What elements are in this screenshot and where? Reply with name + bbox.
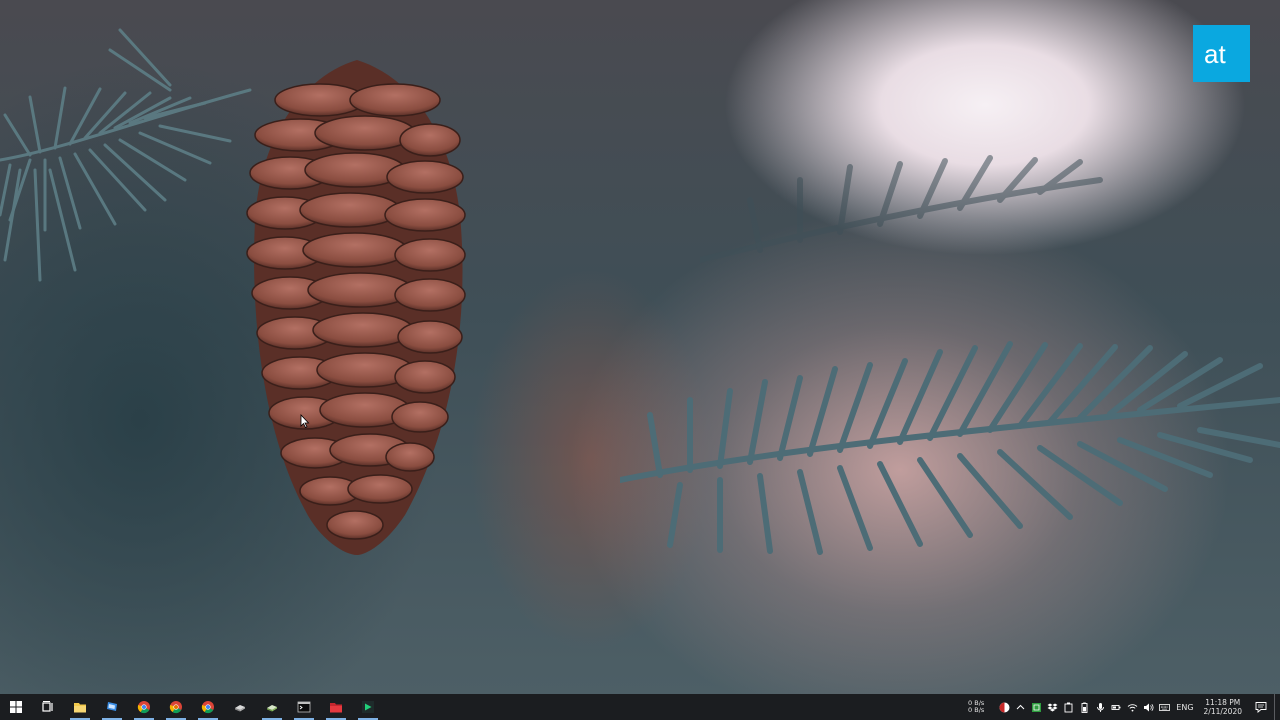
tray-microphone[interactable] [1092, 694, 1108, 720]
taskbar-clock[interactable]: 11:18 PM 2/11/2020 [1204, 698, 1242, 716]
taskbar-green-app[interactable] [352, 694, 384, 720]
windows-start-icon [10, 701, 22, 713]
taskbar-red-app[interactable] [320, 694, 352, 720]
half-moon-icon [999, 702, 1010, 712]
show-desktop-button[interactable] [1274, 694, 1280, 720]
spruce-branch-left [0, 28, 252, 282]
tray-usb[interactable] [1060, 694, 1076, 720]
speaker-icon [1143, 703, 1154, 711]
tray-volume[interactable] [1140, 694, 1156, 720]
taskbar-chrome-3[interactable] [192, 694, 224, 720]
tray-green-app[interactable] [1028, 694, 1044, 720]
chrome-icon [137, 701, 150, 714]
taskbar: 0 B/s 0 B/s ENG 11:18 PM 2/11/2020 [0, 694, 1280, 720]
red-folder-icon [330, 703, 342, 713]
tray-wifi[interactable] [1124, 694, 1140, 720]
site-logo: at [1193, 25, 1250, 82]
monitor-app-icon [107, 702, 117, 711]
power-plug-icon [1111, 704, 1121, 710]
dropbox-icon [1047, 703, 1058, 711]
spruce-branch-right [620, 341, 1280, 555]
clock-date: 2/11/2020 [1203, 707, 1242, 716]
start-button[interactable] [0, 694, 32, 720]
logo-text: at [1204, 39, 1226, 69]
network-speed-meter: 0 B/s 0 B/s [968, 700, 984, 714]
taskbar-drive-app-2[interactable] [256, 694, 288, 720]
clock-time: 11:18 PM [1205, 698, 1241, 707]
mouse-cursor-icon [300, 414, 310, 428]
microphone-icon [1096, 702, 1104, 712]
tray-power[interactable] [1108, 694, 1124, 720]
drive-icon [267, 705, 277, 712]
logo-at-mark: at [1204, 39, 1226, 69]
usb-icon [1064, 702, 1073, 712]
system-tray: 0 B/s 0 B/s ENG 11:18 PM 2/11/2020 [968, 694, 1280, 720]
keyboard-icon [1158, 703, 1170, 711]
terminal-icon [297, 701, 311, 713]
task-view-icon [42, 701, 53, 712]
folder-icon [74, 703, 86, 713]
wifi-icon [1127, 703, 1138, 711]
green-square-icon [1031, 702, 1041, 712]
taskbar-terminal[interactable] [288, 694, 320, 720]
tray-battery[interactable] [1076, 694, 1092, 720]
chevron-up-icon [1016, 704, 1025, 709]
taskbar-chrome-1[interactable] [128, 694, 160, 720]
notification-icon [1255, 702, 1267, 713]
chrome-icon [169, 701, 182, 714]
battery-icon [1081, 702, 1088, 713]
pine-cone [246, 60, 466, 555]
taskbar-monitor-app[interactable] [96, 694, 128, 720]
tray-keyboard[interactable] [1156, 694, 1172, 720]
input-language-indicator[interactable]: ENG [1176, 703, 1193, 712]
tray-dropbox[interactable] [1044, 694, 1060, 720]
chrome-icon [201, 701, 214, 714]
tray-night-light[interactable] [996, 694, 1012, 720]
download-speed: 0 B/s [968, 706, 985, 714]
tray-overflow-button[interactable] [1012, 694, 1028, 720]
taskbar-file-explorer[interactable] [64, 694, 96, 720]
taskbar-drive-app[interactable] [224, 694, 256, 720]
action-center-button[interactable] [1250, 694, 1272, 720]
taskbar-chrome-2[interactable] [160, 694, 192, 720]
desktop-wallpaper [0, 0, 1280, 694]
drive-icon [235, 705, 245, 712]
task-view-button[interactable] [32, 694, 64, 720]
green-play-icon [362, 701, 374, 713]
